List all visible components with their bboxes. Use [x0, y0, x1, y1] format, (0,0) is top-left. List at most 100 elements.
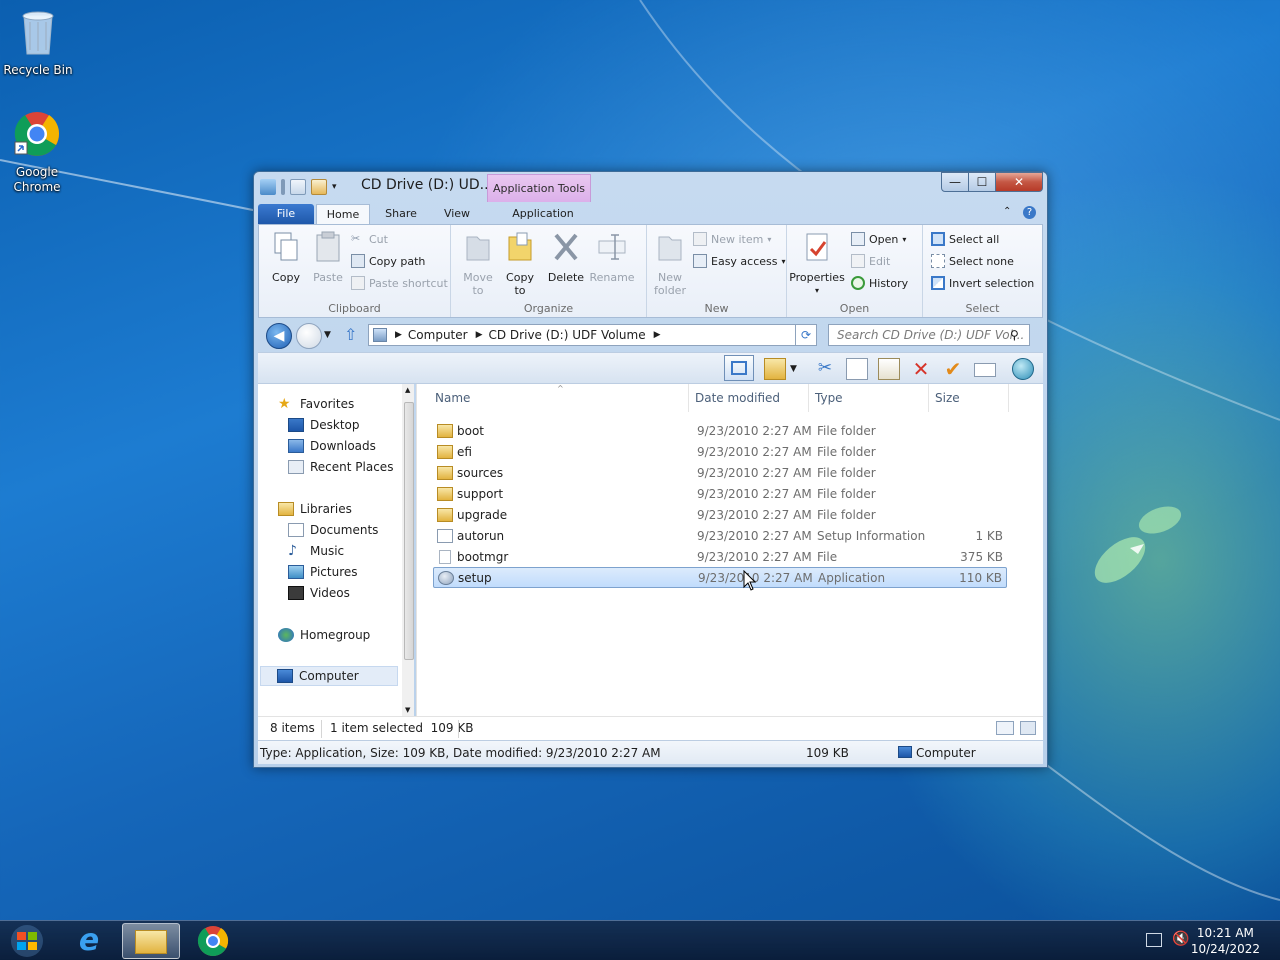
large-icons-view-icon[interactable]	[1020, 721, 1036, 735]
minimize-ribbon-icon[interactable]: ⌃	[1003, 206, 1011, 217]
easy-access-icon	[693, 254, 707, 268]
folder-options-dropdown-icon[interactable]: ▼	[790, 358, 800, 380]
chrome-desktop-icon[interactable]: Google Chrome	[0, 108, 74, 195]
new-folder-button[interactable]: New folder	[647, 231, 693, 297]
minimize-button[interactable]: —	[941, 172, 969, 192]
qat-dropdown-icon[interactable]: ▾	[332, 179, 342, 195]
tab-share[interactable]: Share	[378, 204, 424, 225]
maximize-button[interactable]: ☐	[968, 172, 996, 192]
recent-pages-dropdown-icon[interactable]: ▼	[324, 330, 331, 340]
recycle-bin-desktop-icon[interactable]: Recycle Bin	[0, 6, 76, 78]
rename-toolbar-icon[interactable]	[974, 363, 996, 377]
start-button[interactable]	[0, 923, 54, 959]
copy-button[interactable]: Copy	[263, 231, 309, 284]
nav-libraries[interactable]: Libraries	[278, 499, 352, 519]
search-icon[interactable]: ⚲	[1010, 328, 1019, 342]
app-icon[interactable]	[260, 179, 276, 195]
taskbar-internet-explorer[interactable]: e	[60, 923, 118, 959]
search-input[interactable]: Search CD Drive (D:) UDF Vol...	[828, 324, 1030, 346]
taskbar-chrome[interactable]	[184, 923, 242, 959]
nav-homegroup[interactable]: Homegroup	[278, 625, 370, 645]
open-button[interactable]: Open ▾	[851, 229, 906, 249]
cut-toolbar-icon[interactable]: ✂	[814, 358, 836, 380]
taskbar-file-explorer[interactable]	[122, 923, 180, 959]
cut-button[interactable]: ✂ Cut	[351, 229, 388, 249]
column-type[interactable]: Type	[809, 384, 929, 412]
speaker-muted-icon[interactable]: 🔇	[1172, 931, 1189, 947]
easy-access-button[interactable]: Easy access ▾	[693, 251, 786, 271]
copy-path-button[interactable]: Copy path	[351, 251, 425, 271]
clock-time: 10:21 AM	[1196, 926, 1254, 940]
forward-button[interactable]	[296, 323, 322, 349]
nav-scrollbar-thumb[interactable]	[404, 402, 414, 660]
file-row[interactable]: efi 9/23/2010 2:27 AM File folder	[433, 441, 1007, 462]
network-icon[interactable]	[1146, 933, 1162, 947]
tab-file[interactable]: File	[258, 204, 314, 225]
title-bar[interactable]: ▾ CD Drive (D:) UD... Application Tools …	[254, 172, 1047, 202]
chrome-icon	[197, 926, 229, 957]
nav-documents[interactable]: Documents	[288, 520, 378, 540]
nav-computer[interactable]: Computer	[260, 666, 398, 686]
file-row[interactable]: support 9/23/2010 2:27 AM File folder	[433, 483, 1007, 504]
mouse-cursor-icon	[743, 570, 757, 591]
invert-selection-button[interactable]: Invert selection	[931, 273, 1034, 293]
file-row[interactable]: boot 9/23/2010 2:27 AM File folder	[433, 420, 1007, 441]
scroll-up-icon[interactable]: ▲	[405, 386, 410, 394]
nav-scrollbar[interactable]: ▲ ▼	[402, 384, 414, 716]
column-date-modified[interactable]: Date modified	[689, 384, 809, 412]
customize-qat-icon[interactable]	[311, 179, 327, 195]
file-row[interactable]: sources 9/23/2010 2:27 AM File folder	[433, 462, 1007, 483]
preview-pane-button[interactable]	[724, 355, 754, 381]
nav-desktop[interactable]: Desktop	[288, 415, 360, 435]
scroll-down-icon[interactable]: ▼	[405, 706, 410, 714]
nav-downloads[interactable]: Downloads	[288, 436, 376, 456]
tab-home[interactable]: Home	[316, 204, 370, 225]
up-arrow-icon[interactable]: ⇧	[344, 325, 357, 344]
column-size[interactable]: Size	[929, 384, 1009, 412]
edit-button[interactable]: Edit	[851, 251, 890, 271]
help-icon[interactable]: ?	[1023, 206, 1036, 219]
properties-toolbar-icon[interactable]: ✔	[942, 358, 964, 380]
file-row-selected[interactable]: setup 9/23/2010 2:27 AM Application 110 KB	[433, 567, 1007, 588]
new-folder-qat-icon[interactable]	[290, 179, 306, 195]
nav-music[interactable]: ♪ Music	[288, 541, 344, 561]
tab-view[interactable]: View	[434, 204, 480, 225]
file-row[interactable]: bootmgr 9/23/2010 2:27 AM File 375 KB	[433, 546, 1007, 567]
refresh-icon[interactable]: ⟳	[795, 324, 817, 346]
properties-qat-icon[interactable]	[281, 179, 285, 195]
nav-favorites[interactable]: ★ Favorites	[278, 394, 354, 414]
move-to-button[interactable]: Move to	[455, 231, 501, 297]
copy-toolbar-icon[interactable]	[846, 358, 868, 380]
nav-recent-places[interactable]: Recent Places	[288, 457, 393, 477]
system-clock[interactable]: 10:21 AM 10/24/2022	[1191, 925, 1260, 957]
paste-shortcut-icon	[351, 276, 365, 290]
folder-options-icon[interactable]	[764, 358, 786, 380]
copy-to-button[interactable]: Copy to	[497, 231, 543, 297]
address-bar[interactable]: ▶ Computer ▶ CD Drive (D:) UDF Volume ▶ …	[368, 324, 816, 346]
select-all-button[interactable]: Select all	[931, 229, 999, 249]
new-item-button[interactable]: New item ▾	[693, 229, 771, 249]
desktop-icon	[288, 418, 304, 432]
rename-button[interactable]: Rename	[589, 231, 635, 284]
globe-icon[interactable]	[1012, 358, 1034, 380]
breadcrumb-cd-drive[interactable]: CD Drive (D:) UDF Volume	[489, 328, 646, 342]
paste-button[interactable]: Paste	[305, 231, 351, 284]
nav-pictures[interactable]: Pictures	[288, 562, 358, 582]
file-row[interactable]: autorun 9/23/2010 2:27 AM Setup Informatio…	[433, 525, 1007, 546]
delete-button[interactable]: Delete	[543, 231, 589, 284]
select-none-button[interactable]: Select none	[931, 251, 1014, 271]
file-row[interactable]: upgrade 9/23/2010 2:27 AM File folder	[433, 504, 1007, 525]
paste-shortcut-button[interactable]: Paste shortcut	[351, 273, 448, 293]
history-button[interactable]: History	[851, 273, 908, 293]
back-button[interactable]: ◀	[266, 323, 292, 349]
paste-toolbar-icon[interactable]	[878, 358, 900, 380]
properties-button[interactable]: Properties ▾	[789, 231, 845, 297]
breadcrumb-computer[interactable]: Computer	[408, 328, 468, 342]
details-view-icon[interactable]	[996, 721, 1014, 735]
tab-application[interactable]: Application	[498, 204, 588, 225]
copy-label: Copy	[272, 271, 300, 284]
delete-toolbar-icon[interactable]: ✕	[910, 358, 932, 380]
nav-videos[interactable]: Videos	[288, 583, 350, 603]
file-type: File	[817, 549, 838, 564]
close-button[interactable]: ✕	[995, 172, 1043, 192]
